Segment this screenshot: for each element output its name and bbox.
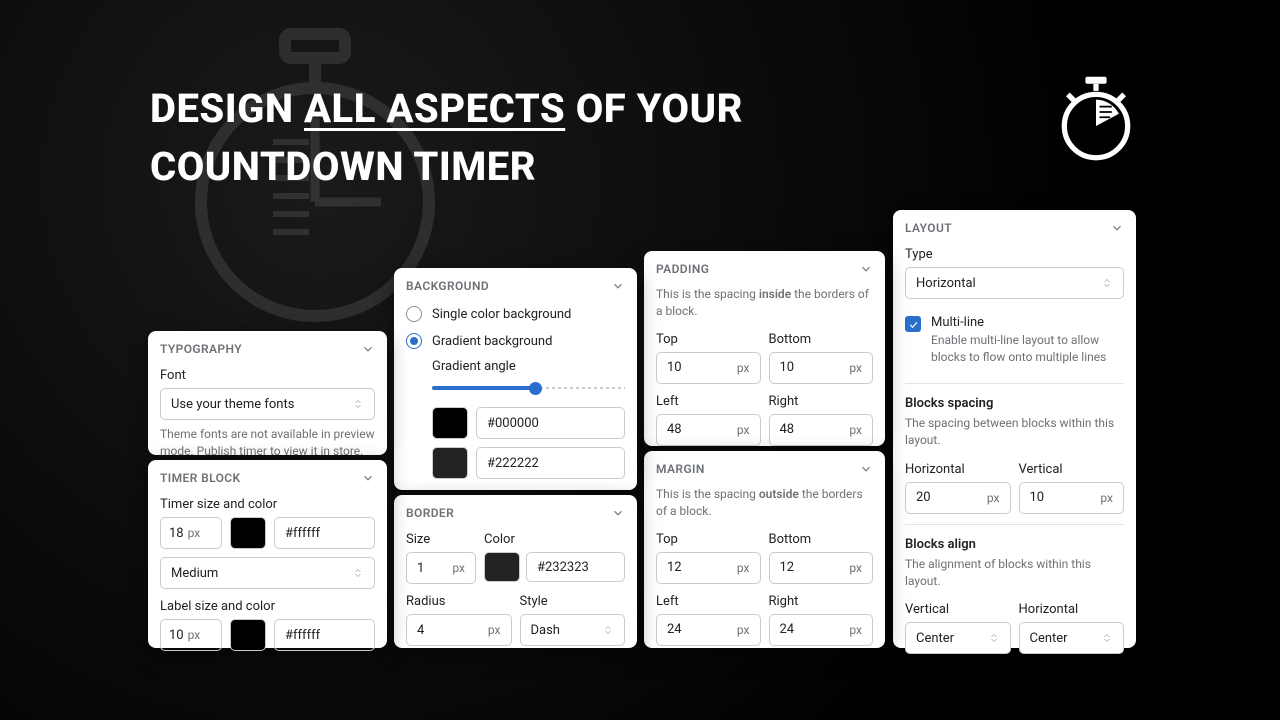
select-chevrons-icon — [352, 567, 364, 579]
typography-panel: TYPOGRAPHY Font Use your theme fonts The… — [148, 331, 387, 455]
margin-top-input[interactable]: 12px — [656, 552, 761, 584]
divider — [905, 524, 1124, 525]
bg-radio-single[interactable]: Single color background — [406, 303, 625, 330]
blocks-align-help: The alignment of blocks within this layo… — [905, 556, 1124, 591]
chevron-down-icon — [611, 279, 625, 293]
padding-panel-header[interactable]: PADDING — [644, 251, 885, 286]
multiline-help: Enable multi-line layout to allow blocks… — [931, 332, 1124, 367]
chevron-down-icon — [361, 342, 375, 356]
layout-panel: LAYOUT Type Horizontal Multi-line Enable… — [893, 210, 1136, 648]
timerblock-panel-header[interactable]: TIMER BLOCK — [148, 460, 387, 495]
label-size-input[interactable]: 10px — [160, 619, 222, 651]
margin-left-input[interactable]: 24px — [656, 614, 761, 646]
border-color-input[interactable]: #232323 — [526, 552, 625, 582]
padding-panel: PADDING This is the spacing inside the b… — [644, 251, 885, 446]
border-radius-input[interactable]: 4px — [406, 614, 512, 646]
spacing-vertical-input[interactable]: 10px — [1019, 482, 1125, 514]
margin-help: This is the spacing outside the borders … — [656, 486, 873, 521]
align-horizontal-select[interactable]: Center — [1019, 622, 1125, 654]
chevron-down-icon — [361, 471, 375, 485]
padding-left-input[interactable]: 48px — [656, 414, 761, 446]
align-vertical-select[interactable]: Center — [905, 622, 1011, 654]
label-color-input[interactable]: #ffffff — [274, 619, 375, 651]
timer-color-input[interactable]: #ffffff — [274, 517, 375, 549]
background-panel: BACKGROUND Single color background Gradi… — [394, 268, 637, 490]
margin-panel: MARGIN This is the spacing outside the b… — [644, 451, 885, 648]
padding-top-input[interactable]: 10px — [656, 352, 761, 384]
chevron-down-icon — [611, 506, 625, 520]
blocks-spacing-help: The spacing between blocks within this l… — [905, 415, 1124, 450]
gradient-color2-swatch[interactable] — [432, 447, 468, 479]
divider — [905, 383, 1124, 384]
radio-icon — [406, 306, 422, 322]
gradient-color1-input[interactable]: #000000 — [476, 407, 625, 439]
label-color-swatch[interactable] — [230, 619, 266, 651]
blocks-spacing-title: Blocks spacing — [905, 396, 1124, 411]
chevron-down-icon — [859, 462, 873, 476]
border-color-swatch[interactable] — [484, 552, 520, 582]
select-chevrons-icon — [352, 398, 364, 410]
padding-bottom-input[interactable]: 10px — [769, 352, 874, 384]
select-chevrons-icon — [1101, 277, 1113, 289]
font-label: Font — [160, 368, 375, 383]
gradient-angle-slider[interactable] — [432, 379, 625, 397]
background-panel-header[interactable]: BACKGROUND — [394, 268, 637, 303]
multiline-checkbox[interactable] — [905, 316, 921, 332]
margin-bottom-input[interactable]: 12px — [769, 552, 874, 584]
layout-panel-header[interactable]: LAYOUT — [893, 210, 1136, 245]
blocks-align-title: Blocks align — [905, 537, 1124, 552]
timerblock-panel: TIMER BLOCK Timer size and color 18px #f… — [148, 460, 387, 648]
gradient-color2-input[interactable]: #222222 — [476, 447, 625, 479]
select-chevrons-icon — [988, 632, 1000, 644]
margin-panel-header[interactable]: MARGIN — [644, 451, 885, 486]
label-size-label: Label size and color — [160, 599, 375, 614]
timer-color-swatch[interactable] — [230, 517, 266, 549]
border-panel: BORDER Size1px Color#232323 Radius4px St… — [394, 495, 637, 648]
bg-radio-gradient[interactable]: Gradient background — [406, 330, 625, 357]
timer-weight-select[interactable]: Medium — [160, 557, 375, 589]
padding-right-input[interactable]: 48px — [769, 414, 874, 446]
timer-size-input[interactable]: 18px — [160, 517, 222, 549]
spacing-horizontal-input[interactable]: 20px — [905, 482, 1011, 514]
select-chevrons-icon — [1101, 632, 1113, 644]
multiline-label: Multi-line — [931, 315, 1124, 330]
chevron-down-icon — [859, 262, 873, 276]
padding-help: This is the spacing inside the borders o… — [656, 286, 873, 321]
gradient-angle-label: Gradient angle — [432, 359, 625, 374]
typography-panel-header[interactable]: TYPOGRAPHY — [148, 331, 387, 366]
timer-size-label: Timer size and color — [160, 497, 375, 512]
font-select[interactable]: Use your theme fonts — [160, 388, 375, 420]
font-help: Theme fonts are not available in preview… — [160, 426, 375, 461]
chevron-down-icon — [1110, 221, 1124, 235]
layout-type-label: Type — [905, 247, 1124, 262]
layout-type-select[interactable]: Horizontal — [905, 267, 1124, 299]
radio-checked-icon — [406, 333, 422, 349]
select-chevrons-icon — [602, 624, 614, 636]
margin-right-input[interactable]: 24px — [769, 614, 874, 646]
border-size-input[interactable]: 1px — [406, 552, 476, 584]
gradient-color1-swatch[interactable] — [432, 407, 468, 439]
border-panel-header[interactable]: BORDER — [394, 495, 637, 530]
border-style-select[interactable]: Dash — [520, 614, 626, 646]
